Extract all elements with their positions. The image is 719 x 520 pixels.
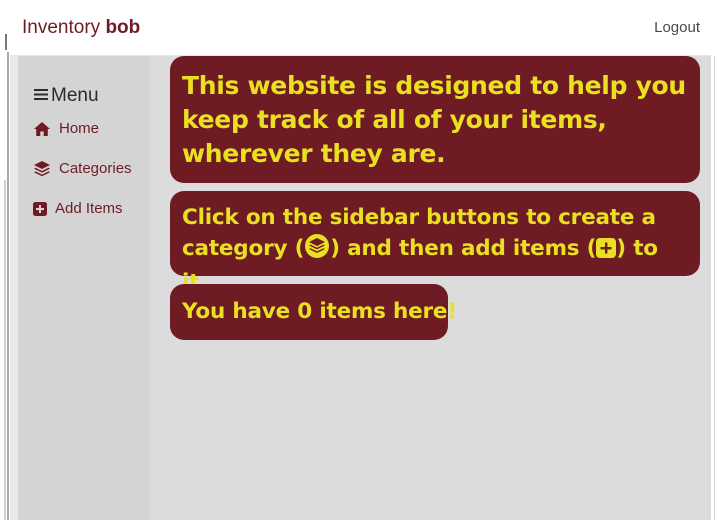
- sidebar-item-add-items[interactable]: Add Items: [33, 200, 123, 217]
- home-icon: [33, 121, 51, 137]
- window-edge-line: [4, 180, 6, 520]
- plus-square-icon: [33, 201, 47, 216]
- item-count-suffix: items here!: [319, 299, 457, 324]
- brand-username: bob: [105, 17, 141, 38]
- item-count-card: You have 0 items here!: [170, 284, 457, 340]
- brand[interactable]: Inventory bob: [22, 17, 140, 39]
- sidebar: Menu Home Categories Add Items: [18, 56, 150, 520]
- instructions-text-part2: ) and then add items (: [330, 236, 597, 261]
- sidebar-item-categories[interactable]: Categories: [33, 160, 132, 177]
- page-right-gutter: [711, 0, 719, 520]
- plus-square-icon: [596, 236, 617, 267]
- brand-prefix: Inventory: [22, 17, 101, 38]
- intro-card: This website is designed to help you kee…: [170, 56, 700, 183]
- sidebar-edge: [10, 56, 18, 520]
- window-edge-tick: [5, 34, 7, 50]
- layers-icon: [33, 160, 51, 177]
- item-count-value: 0: [297, 299, 313, 324]
- hamburger-icon: [34, 85, 48, 107]
- window-left-edge: [0, 0, 10, 520]
- sidebar-item-label: Home: [59, 120, 100, 137]
- layers-icon: [304, 234, 330, 267]
- logout-link[interactable]: Logout: [654, 19, 700, 36]
- top-navbar: Inventory bob Logout: [10, 0, 711, 56]
- scrollbar-track: [714, 56, 715, 520]
- sidebar-item-label: Categories: [59, 160, 132, 177]
- intro-text: This website is designed to help you kee…: [182, 71, 686, 168]
- sidebar-item-home[interactable]: Home: [33, 120, 99, 137]
- sidebar-menu-title: Menu: [34, 85, 99, 107]
- instructions-card: Click on the sidebar buttons to create a…: [170, 191, 700, 295]
- item-count-prefix: You have: [182, 299, 290, 324]
- main-content: This website is designed to help you kee…: [150, 56, 711, 520]
- window-edge-border: [7, 52, 9, 520]
- menu-label: Menu: [51, 85, 99, 106]
- sidebar-item-label: Add Items: [55, 200, 123, 217]
